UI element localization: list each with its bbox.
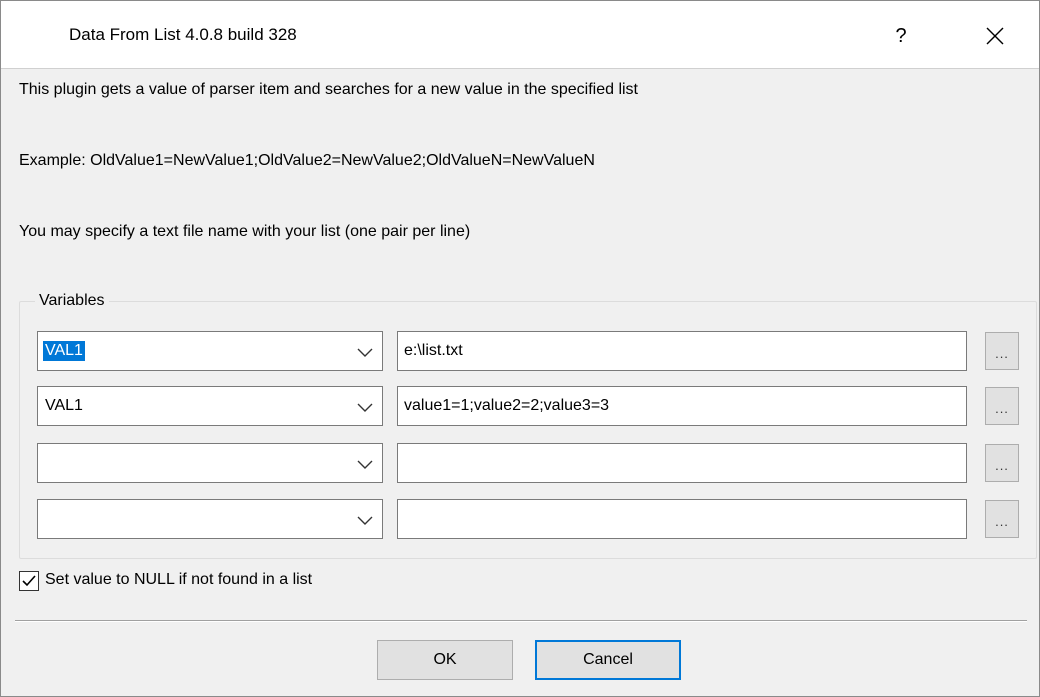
value-input-4[interactable]: [397, 499, 967, 539]
variable-select-1-value: VAL1: [43, 341, 85, 361]
browse-button-4[interactable]: ...: [985, 500, 1019, 538]
value-input-3[interactable]: [397, 443, 967, 483]
data-from-list-dialog: Data From List 4.0.8 build 328 ? This pl…: [0, 0, 1040, 697]
help-icon: ?: [895, 24, 907, 47]
variable-select-1[interactable]: VAL1: [37, 331, 383, 371]
close-button[interactable]: [963, 11, 1027, 61]
value-input-1[interactable]: e:\list.txt: [397, 331, 967, 371]
file-hint-text: You may specify a text file name with yo…: [19, 223, 471, 240]
checkmark-icon: [22, 575, 36, 587]
close-icon: [986, 27, 1004, 45]
description-text: This plugin gets a value of parser item …: [19, 81, 638, 98]
null-if-not-found-checkbox[interactable]: [19, 571, 39, 591]
value-input-1-text: e:\list.txt: [404, 342, 463, 359]
variable-select-2-value: VAL1: [45, 397, 83, 414]
example-text: Example: OldValue1=NewValue1;OldValue2=N…: [19, 152, 595, 169]
variable-select-2[interactable]: VAL1: [37, 386, 383, 426]
cancel-button[interactable]: Cancel: [535, 640, 681, 680]
variable-select-4[interactable]: [37, 499, 383, 539]
value-input-2[interactable]: value1=1;value2=2;value3=3: [397, 386, 967, 426]
browse-button-2[interactable]: ...: [985, 387, 1019, 425]
window-title: Data From List 4.0.8 build 328: [69, 25, 297, 44]
variable-select-3[interactable]: [37, 443, 383, 483]
title-bar: Data From List 4.0.8 build 328 ?: [1, 1, 1039, 69]
help-button[interactable]: ?: [873, 11, 929, 61]
browse-button-1[interactable]: ...: [985, 332, 1019, 370]
chevron-down-icon: [357, 516, 373, 525]
variables-group-label: Variables: [35, 292, 109, 310]
chevron-down-icon: [357, 403, 373, 412]
chevron-down-icon: [357, 348, 373, 357]
chevron-down-icon: [357, 460, 373, 469]
footer-divider: [15, 620, 1027, 622]
browse-button-3[interactable]: ...: [985, 444, 1019, 482]
null-if-not-found-label[interactable]: Set value to NULL if not found in a list: [45, 571, 312, 589]
value-input-2-text: value1=1;value2=2;value3=3: [404, 397, 610, 414]
ok-button[interactable]: OK: [377, 640, 513, 680]
